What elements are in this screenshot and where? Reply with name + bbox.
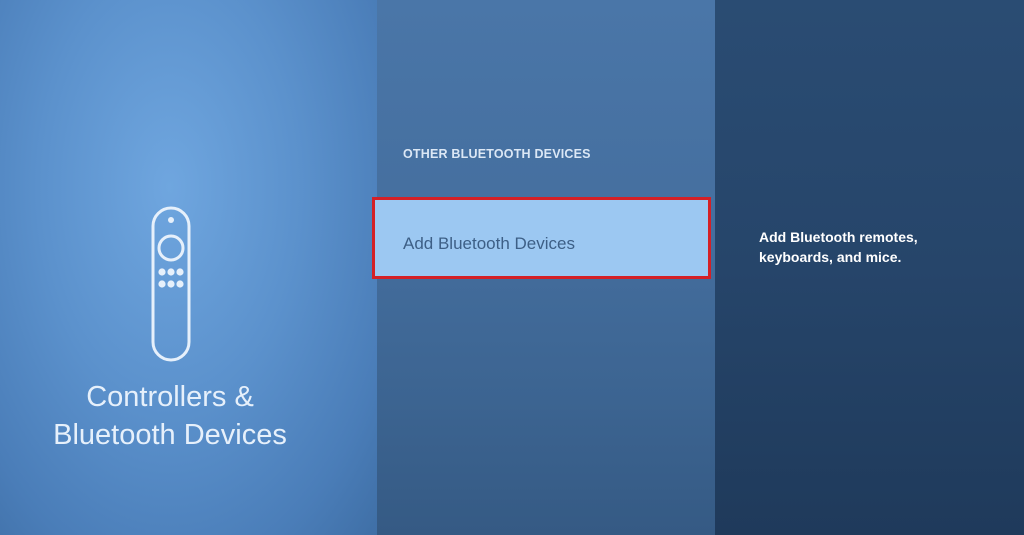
section-header-other-bluetooth-devices: OTHER BLUETOOTH DEVICES — [403, 147, 591, 161]
category-panel: Controllers & Bluetooth Devices — [0, 0, 377, 535]
description-panel — [715, 0, 1024, 535]
category-title-line1: Controllers & — [86, 381, 254, 413]
remote-control-icon — [151, 206, 191, 362]
category-title-line2: Bluetooth Devices — [53, 419, 287, 451]
menu-item-label: Add Bluetooth Devices — [403, 234, 575, 253]
add-bluetooth-devices-button[interactable]: Add Bluetooth Devices — [372, 197, 711, 279]
category-title: Controllers & Bluetooth Devices — [20, 378, 320, 454]
fire-tv-settings-screen: Controllers & Bluetooth Devices OTHER BL… — [0, 0, 1024, 535]
item-description: Add Bluetooth remotes, keyboards, and mi… — [759, 229, 918, 265]
